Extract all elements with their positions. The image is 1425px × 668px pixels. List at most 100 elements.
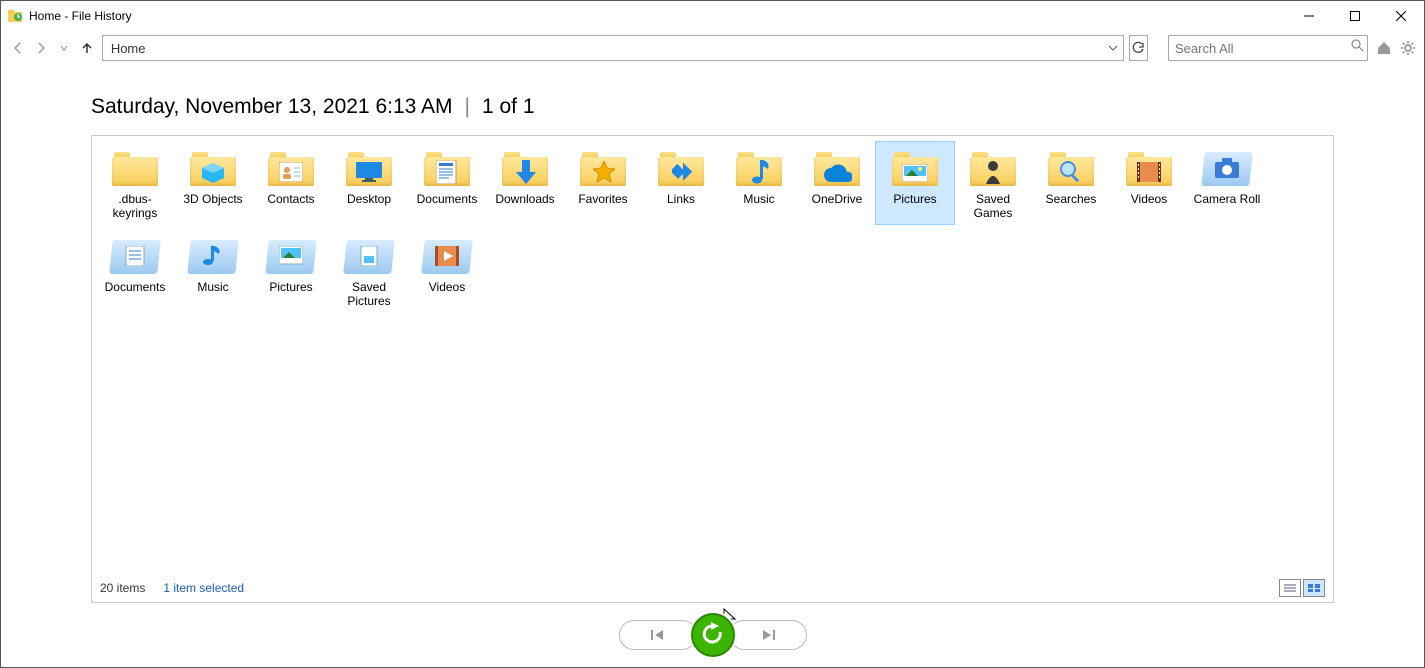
file-item-label: Music: [741, 192, 776, 206]
file-history-window: Home - File History Home Saturday, Novem…: [0, 0, 1425, 668]
file-item[interactable]: 3D Objects: [174, 142, 252, 224]
search-input[interactable]: [1175, 41, 1351, 56]
file-item-label: Searches: [1044, 192, 1099, 206]
file-grid[interactable]: .dbus-keyrings 3D Objects Contacts Desktop D…: [92, 136, 1333, 574]
folder-videos-icon: [1122, 144, 1176, 192]
settings-button[interactable]: [1400, 37, 1416, 59]
file-item-label: Camera Roll: [1192, 192, 1263, 206]
address-text: Home: [103, 41, 1103, 56]
up-button[interactable]: [79, 36, 96, 60]
folder-contacts-icon: [264, 144, 318, 192]
folder-3d-icon: [186, 144, 240, 192]
folder-search-icon: [1044, 144, 1098, 192]
file-item[interactable]: Music: [174, 230, 252, 312]
lib-pictures-icon: [264, 232, 318, 280]
titlebar: Home - File History: [1, 1, 1424, 31]
view-mode-switch: [1279, 579, 1325, 597]
file-item-label: Pictures: [267, 280, 314, 294]
lib-documents-icon: [108, 232, 162, 280]
details-view-button[interactable]: [1279, 579, 1301, 597]
folder-games-icon: [966, 144, 1020, 192]
maximize-button[interactable]: [1332, 1, 1378, 31]
file-item[interactable]: Pictures: [252, 230, 330, 312]
back-button[interactable]: [9, 36, 26, 60]
file-item[interactable]: Searches: [1032, 142, 1110, 224]
titlebar-left: Home - File History: [7, 8, 132, 24]
file-item-label: Pictures: [891, 192, 938, 206]
file-item[interactable]: Saved Pictures: [330, 230, 408, 312]
address-dropdown[interactable]: [1103, 43, 1123, 53]
lib-saved-icon: [342, 232, 396, 280]
file-item[interactable]: OneDrive: [798, 142, 876, 224]
file-item[interactable]: Downloads: [486, 142, 564, 224]
content-area: Saturday, November 13, 2021 6:13 AM | 1 …: [1, 71, 1424, 603]
file-item[interactable]: Music: [720, 142, 798, 224]
lib-camera-icon: [1200, 144, 1254, 192]
window-controls: [1286, 1, 1424, 31]
window-title: Home - File History: [29, 9, 132, 23]
minimize-button[interactable]: [1286, 1, 1332, 31]
file-item-label: Favorites: [576, 192, 629, 206]
icons-view-button[interactable]: [1303, 579, 1325, 597]
file-item-label: OneDrive: [810, 192, 865, 206]
close-button[interactable]: [1378, 1, 1424, 31]
address-bar[interactable]: Home: [102, 35, 1124, 61]
header-separator: |: [465, 95, 470, 119]
file-item[interactable]: Documents: [96, 230, 174, 312]
app-icon: [7, 8, 23, 24]
folder-links-icon: [654, 144, 708, 192]
lib-videos-icon: [420, 232, 474, 280]
history-dropdown[interactable]: [55, 36, 72, 60]
snapshot-date: Saturday, November 13, 2021 6:13 AM: [91, 95, 453, 119]
search-icon: [1351, 39, 1364, 57]
file-item-label: 3D Objects: [181, 192, 244, 206]
file-item-label: Saved Games: [956, 192, 1030, 220]
snapshot-page-indicator: 1 of 1: [482, 95, 535, 119]
folder-documents-icon: [420, 144, 474, 192]
version-nav: [1, 603, 1424, 667]
file-item[interactable]: Pictures: [876, 142, 954, 224]
file-item[interactable]: Camera Roll: [1188, 142, 1266, 224]
file-item-label: .dbus-keyrings: [98, 192, 172, 220]
navigation-toolbar: Home: [1, 31, 1424, 71]
file-item[interactable]: .dbus-keyrings: [96, 142, 174, 224]
file-item[interactable]: Contacts: [252, 142, 330, 224]
file-item-label: Videos: [427, 280, 467, 294]
status-left: 20 items 1 item selected: [100, 581, 244, 595]
folder-favorites-icon: [576, 144, 630, 192]
status-bar: 20 items 1 item selected: [92, 574, 1333, 602]
file-item[interactable]: Favorites: [564, 142, 642, 224]
file-item-label: Videos: [1129, 192, 1169, 206]
lib-music-icon: [186, 232, 240, 280]
folder-music-icon: [732, 144, 786, 192]
file-item-label: Documents: [415, 192, 480, 206]
refresh-button[interactable]: [1129, 35, 1148, 61]
file-item[interactable]: Desktop: [330, 142, 408, 224]
file-item-label: Saved Pictures: [332, 280, 406, 308]
file-item-label: Documents: [103, 280, 168, 294]
folder-pictures-icon: [888, 144, 942, 192]
file-item[interactable]: Links: [642, 142, 720, 224]
file-item-label: Contacts: [265, 192, 316, 206]
forward-button[interactable]: [32, 36, 49, 60]
file-item-label: Music: [195, 280, 230, 294]
restore-button[interactable]: [691, 613, 735, 657]
folder-downloads-icon: [498, 144, 552, 192]
folder-desktop-icon: [342, 144, 396, 192]
file-item[interactable]: Videos: [1110, 142, 1188, 224]
file-item-label: Desktop: [345, 192, 393, 206]
file-item[interactable]: Documents: [408, 142, 486, 224]
file-pane: .dbus-keyrings 3D Objects Contacts Desktop D…: [91, 135, 1334, 603]
file-item-label: Downloads: [493, 192, 556, 206]
file-item[interactable]: Videos: [408, 230, 486, 312]
status-selection: 1 item selected: [163, 581, 244, 595]
folder-onedrive-icon: [810, 144, 864, 192]
status-item-count: 20 items: [100, 581, 145, 595]
search-box[interactable]: [1168, 35, 1368, 61]
next-version-button[interactable]: [729, 620, 807, 650]
snapshot-header: Saturday, November 13, 2021 6:13 AM | 1 …: [91, 71, 1334, 135]
file-item[interactable]: Saved Games: [954, 142, 1032, 224]
home-button[interactable]: [1376, 37, 1392, 59]
previous-version-button[interactable]: [619, 620, 697, 650]
file-item-label: Links: [665, 192, 697, 206]
